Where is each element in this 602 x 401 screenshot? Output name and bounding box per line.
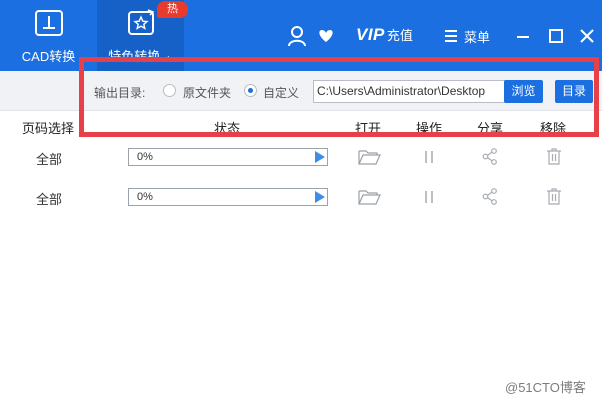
progress-text: 0% (137, 151, 153, 163)
progress-bar: 0% (128, 188, 328, 206)
menu-label: 菜单 (464, 30, 491, 45)
radio-custom-label[interactable]: 自定义 (263, 84, 299, 101)
radio-original-label[interactable]: 原文件夹 (183, 84, 231, 101)
share-icon[interactable] (482, 148, 498, 165)
browse-button[interactable]: 浏览 (504, 80, 543, 103)
table-row: 全部 0% (0, 177, 602, 217)
table-header: 页码选择 状态 打开 操作 分享 移除 (0, 111, 602, 139)
user-icon[interactable] (287, 25, 307, 47)
output-settings-bar: 输出目录: 原文件夹 自定义 C:\Users\Administrator\De… (0, 71, 602, 111)
tab-special-label: 特色转换 ▲ (108, 49, 173, 64)
folder-icon[interactable] (358, 148, 381, 165)
hot-badge: 热 (157, 1, 188, 18)
column-header-pages: 页码选择 (22, 121, 75, 136)
pause-icon[interactable] (424, 150, 434, 164)
heart-icon[interactable] (317, 25, 335, 47)
share-icon[interactable] (482, 188, 498, 205)
recharge-label: 充值 (386, 28, 413, 43)
vip-recharge-button[interactable]: VIP 充值 (356, 25, 426, 47)
column-header-remove: 移除 (540, 121, 567, 136)
column-header-share: 分享 (477, 121, 504, 136)
folder-icon[interactable] (358, 188, 381, 205)
vip-label: VIP (356, 25, 385, 44)
radio-original-folder[interactable] (163, 84, 176, 97)
maximize-icon[interactable] (546, 25, 566, 47)
table-row: 全部 0% (0, 137, 602, 177)
output-dir-label: 输出目录: (94, 86, 146, 100)
tab-cad-convert[interactable]: CAD转换 (0, 0, 97, 71)
special-convert-icon (127, 9, 154, 35)
cad-icon (34, 10, 63, 36)
menu-button[interactable]: 菜单 (444, 25, 500, 47)
top-toolbar: CAD转换 特色转换 ▲ 热 VIP 充值 菜单 (0, 0, 602, 71)
watermark: @51CTO博客 (505, 380, 586, 395)
close-icon[interactable] (577, 25, 597, 47)
hamburger-icon (445, 30, 457, 42)
tab-cad-label: CAD转换 (21, 49, 76, 64)
play-icon[interactable] (313, 151, 325, 163)
column-header-action: 操作 (416, 121, 443, 136)
column-header-status: 状态 (214, 121, 241, 136)
trash-icon[interactable] (546, 188, 562, 205)
page-range-select[interactable]: 全部 (36, 149, 62, 168)
column-header-open: 打开 (355, 121, 382, 136)
minimize-icon[interactable] (512, 25, 534, 47)
page-range-select[interactable]: 全部 (36, 189, 62, 208)
play-icon[interactable] (313, 191, 325, 203)
chevron-up-icon: ▲ (163, 53, 173, 63)
output-path-input[interactable]: C:\Users\Administrator\Desktop (313, 80, 505, 103)
trash-icon[interactable] (546, 148, 562, 165)
radio-custom-folder[interactable] (244, 84, 257, 97)
progress-text: 0% (137, 191, 153, 203)
progress-bar: 0% (128, 148, 328, 166)
open-directory-button[interactable]: 目录 (555, 80, 593, 103)
pause-icon[interactable] (424, 190, 434, 204)
